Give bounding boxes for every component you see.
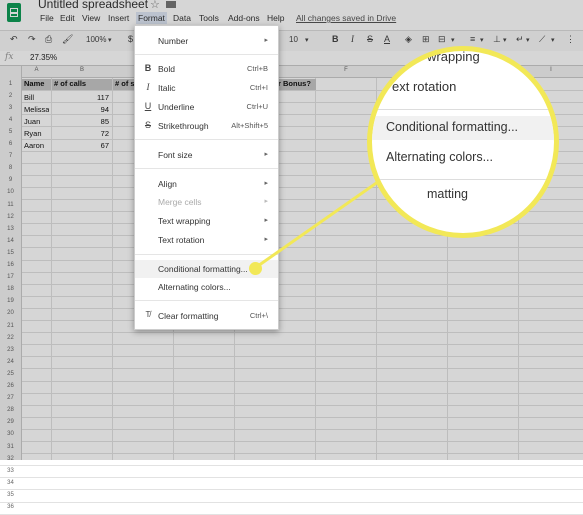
row-header[interactable]: 34 — [0, 480, 21, 486]
magnified-clear-text: matting — [427, 187, 468, 201]
grid-row-line — [0, 489, 583, 491]
grid-row-line — [0, 501, 583, 503]
row-header[interactable]: 33 — [0, 468, 21, 474]
grid-row-line — [0, 513, 583, 515]
grid-row-line — [0, 477, 583, 479]
magnified-divider — [372, 109, 554, 110]
magnified-divider — [372, 179, 554, 180]
magnifier-callout: wrapping ext rotation Conditional format… — [367, 46, 559, 238]
row-header[interactable]: 36 — [0, 504, 21, 510]
magnified-alternating-colors: Alternating colors... — [386, 150, 493, 164]
callout-dot — [249, 262, 262, 275]
grid-row-line — [0, 465, 583, 467]
magnified-wrapping-text: wrapping — [427, 49, 480, 64]
row-header[interactable]: 35 — [0, 492, 21, 498]
magnified-conditional-formatting: Conditional formatting... — [386, 120, 519, 134]
magnified-rotation-text: ext rotation — [392, 79, 457, 94]
